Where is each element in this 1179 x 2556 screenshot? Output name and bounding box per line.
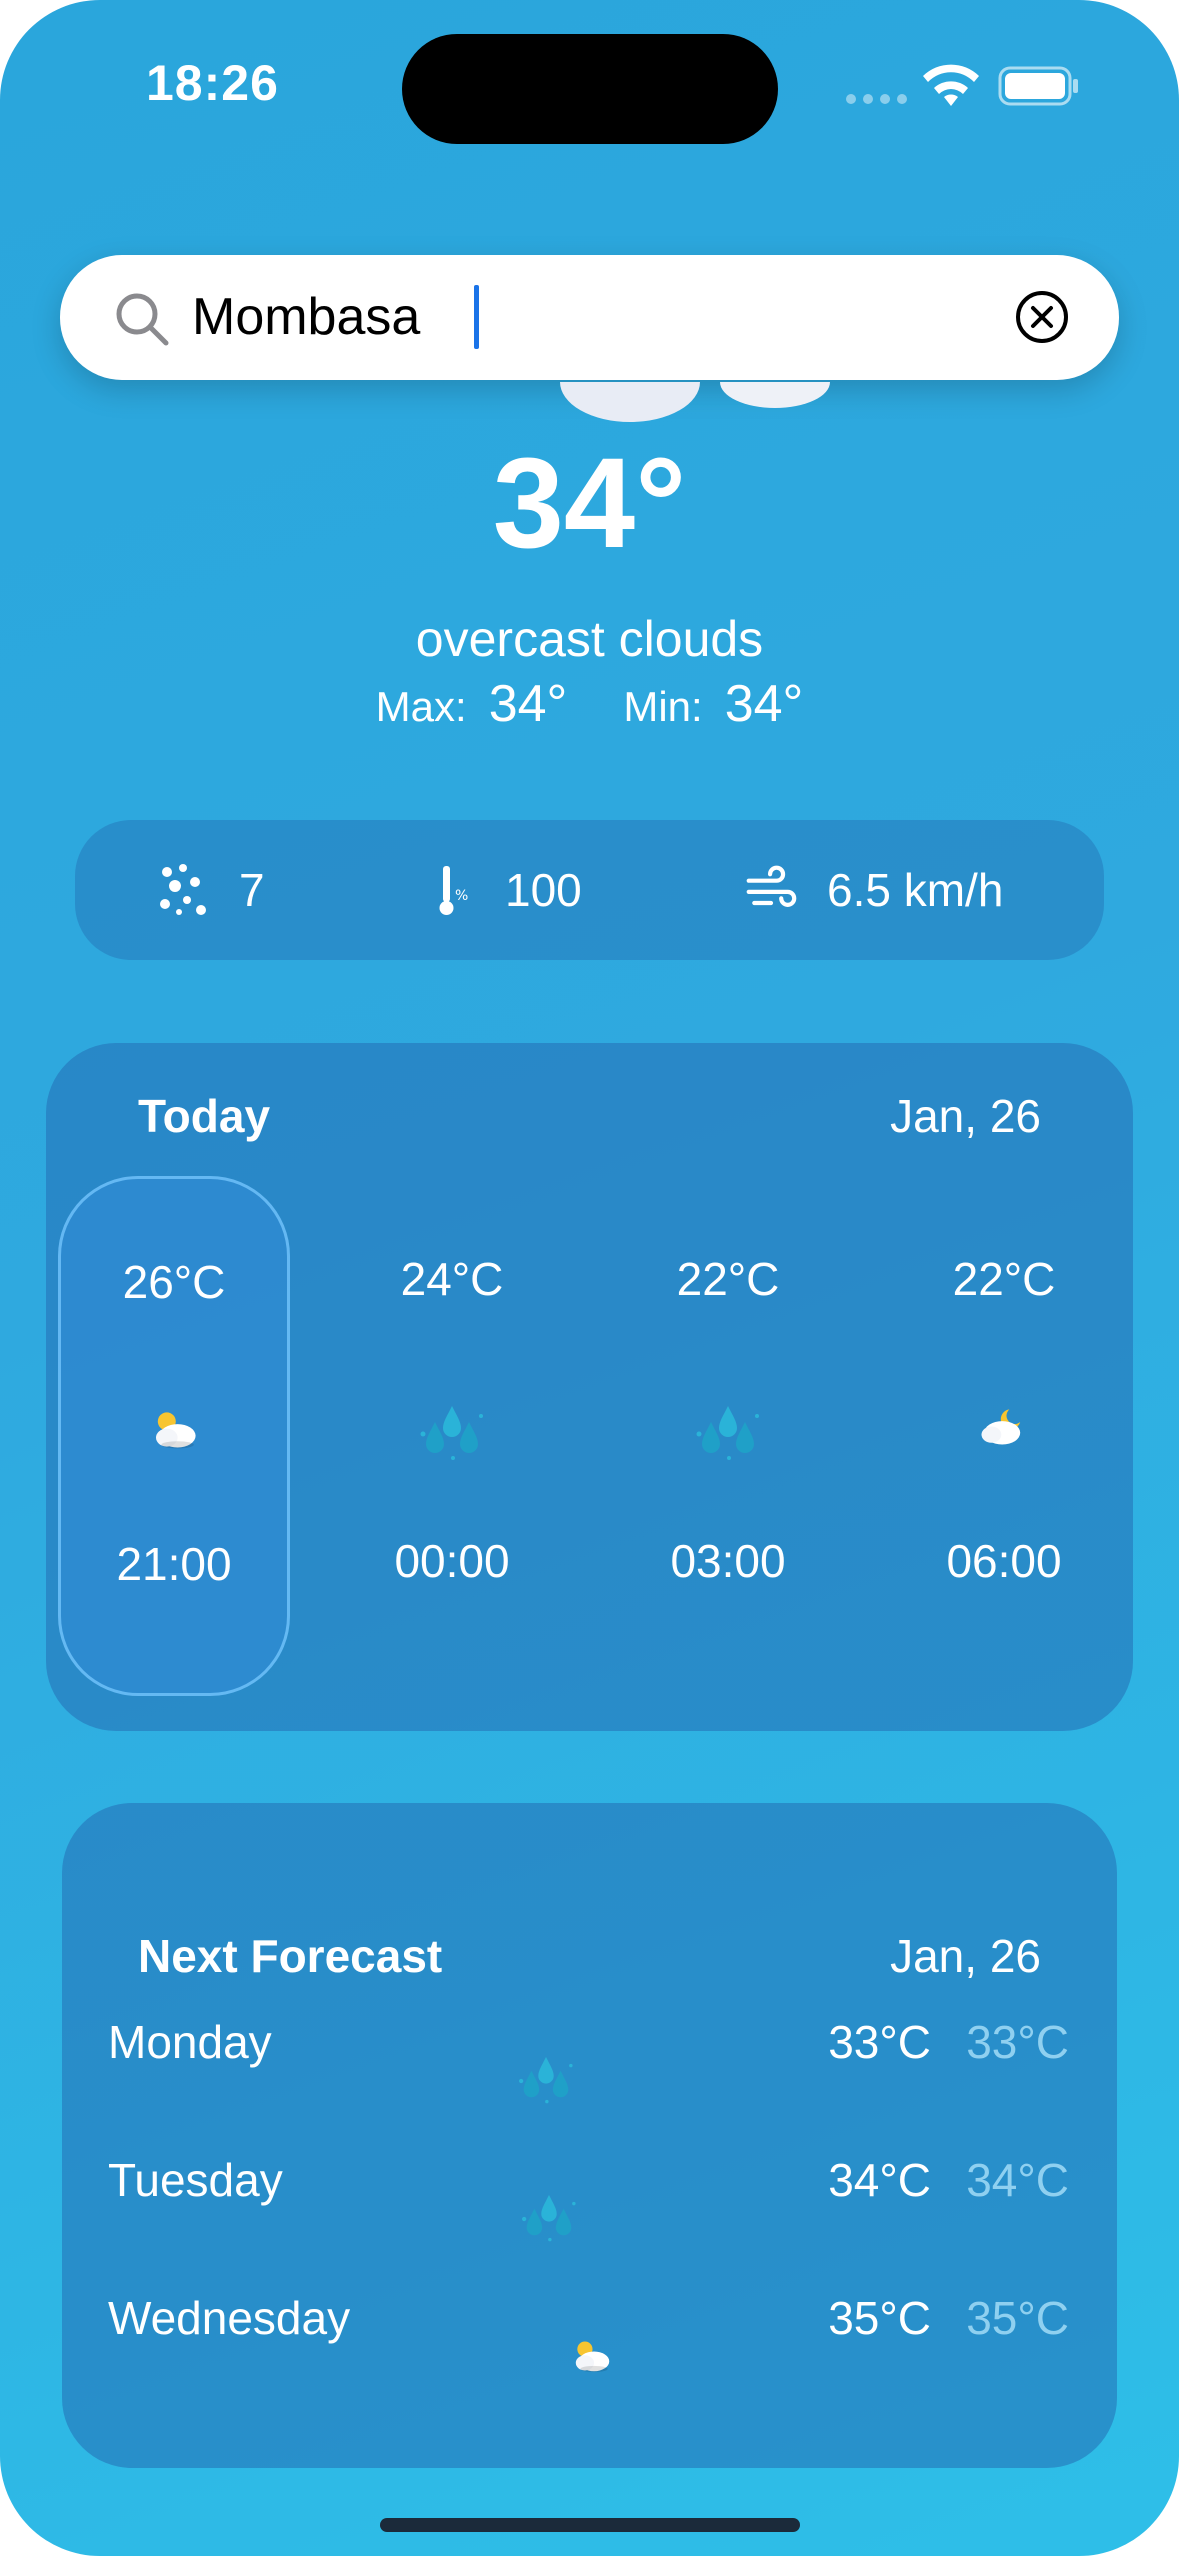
hourly-time: 03:00 <box>670 1535 786 1587</box>
today-title: Today <box>138 1090 271 1142</box>
cloud-sun-icon <box>147 1407 201 1452</box>
forecast-day: Wednesday <box>108 2292 351 2344</box>
hourly-temp: 26°C <box>122 1256 226 1308</box>
forecast-day: Tuesday <box>108 2154 283 2206</box>
forecast-day: Monday <box>108 2016 272 2068</box>
thermometer-icon: % <box>439 866 468 915</box>
dynamic-island <box>402 34 778 144</box>
search-bar[interactable] <box>60 255 1119 380</box>
hourly-time: 00:00 <box>394 1535 510 1587</box>
home-indicator[interactable] <box>380 2518 800 2532</box>
forecast-high: 35°C <box>828 2292 931 2344</box>
hourly-item[interactable]: 22°C 06:00 <box>888 1176 1120 1696</box>
hourly-temp: 22°C <box>676 1253 780 1305</box>
forecast-low: 35°C <box>966 2292 1069 2344</box>
hourly-temp: 24°C <box>400 1253 504 1305</box>
wifi-icon <box>923 64 979 106</box>
forecast-high: 34°C <box>828 2154 931 2206</box>
weather-stats-bar: 7 % 100 6.5 km/h <box>75 820 1104 960</box>
hourly-time: 21:00 <box>116 1538 232 1590</box>
rain-drops-icon <box>693 1404 763 1464</box>
current-temperature: 34° <box>492 432 687 575</box>
text-cursor <box>474 285 479 349</box>
weather-condition: overcast clouds <box>415 611 764 667</box>
today-date: Jan, 26 <box>890 1090 1041 1142</box>
wind-stat: 6.5 km/h <box>745 820 1003 960</box>
forecast-low: 34°C <box>966 2154 1069 2206</box>
rain-drops-icon <box>516 2055 576 2107</box>
forecast-row[interactable]: Wednesday 35°C 35°C <box>62 2291 1117 2381</box>
forecast-high: 33°C <box>828 2016 931 2068</box>
rain-drops-icon <box>519 2193 579 2245</box>
min-label: Min: <box>623 683 703 730</box>
wind-icon <box>746 865 797 907</box>
today-forecast-card: Today Jan, 26 26°C 21:00 24°C 00:00 22°C… <box>46 1043 1133 1731</box>
rain-drops-icon <box>417 1404 487 1464</box>
humidity-value: 100 <box>505 864 582 916</box>
hourly-time: 06:00 <box>946 1535 1062 1587</box>
hourly-item-selected[interactable]: 26°C 21:00 <box>58 1176 290 1696</box>
forecast-row[interactable]: Monday 33°C 33°C <box>62 2015 1117 2105</box>
search-input[interactable] <box>192 277 952 357</box>
forecast-row[interactable]: Tuesday 34°C 34°C <box>62 2153 1117 2243</box>
hourly-temp: 22°C <box>952 1253 1056 1305</box>
humidity-stat: % 100 <box>423 820 582 960</box>
next-forecast-card: Next Forecast Jan, 26 Monday 33°C 33°C T… <box>62 1803 1117 2468</box>
cloud-sun-icon <box>568 2337 614 2375</box>
precipitation-stat: 7 <box>157 820 265 960</box>
hourly-item[interactable]: 24°C 00:00 <box>336 1176 568 1696</box>
svg-text:%: % <box>455 888 468 904</box>
precipitation-value: 7 <box>239 864 265 916</box>
max-label: Max: <box>375 683 467 730</box>
clear-search-icon[interactable] <box>1012 287 1072 347</box>
forecast-low: 33°C <box>966 2016 1069 2068</box>
weather-screen: 18:26 34° overcast clouds Max: 34° Min: 34° <box>0 0 1179 2556</box>
max-min-temperature: Max: 34° Min: 34° <box>0 674 1179 734</box>
next-forecast-date: Jan, 26 <box>890 1930 1041 1982</box>
cloud-moon-icon <box>977 1404 1031 1449</box>
min-value: 34° <box>724 675 804 733</box>
wind-value: 6.5 km/h <box>827 864 1004 916</box>
battery-icon <box>998 66 1078 106</box>
hourly-item[interactable]: 22°C 03:00 <box>612 1176 844 1696</box>
precipitation-icon <box>160 864 206 915</box>
max-value: 34° <box>488 675 568 733</box>
next-forecast-title: Next Forecast <box>138 1930 443 1982</box>
status-time: 18:26 <box>146 55 279 111</box>
weather-cloud-icon <box>560 382 830 422</box>
search-icon <box>116 293 169 346</box>
cellular-signal-icon <box>846 94 907 104</box>
